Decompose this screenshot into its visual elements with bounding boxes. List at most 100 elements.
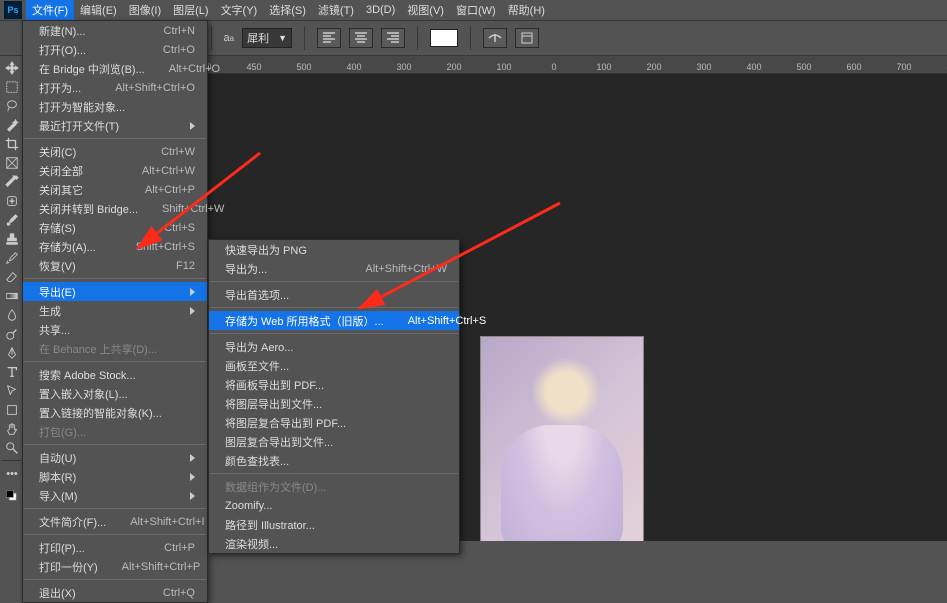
type-tool[interactable]	[0, 362, 24, 381]
menu-item[interactable]: 新建(N)...Ctrl+N	[23, 21, 207, 40]
menu-item[interactable]: 导出首选项...	[209, 285, 459, 304]
menu-item[interactable]: 将图层复合导出到 PDF...	[209, 413, 459, 432]
menu-item[interactable]: 自动(U)	[23, 448, 207, 467]
toolbox: •••	[0, 56, 24, 541]
menubar: Ps 文件(F)编辑(E)图像(I)图层(L)文字(Y)选择(S)滤镜(T)3D…	[0, 0, 947, 20]
menu-item[interactable]: 画板至文件...	[209, 356, 459, 375]
menu-item[interactable]: 渲染视频...	[209, 534, 459, 553]
menu-item[interactable]: 脚本(R)	[23, 467, 207, 486]
pen-tool[interactable]	[0, 343, 24, 362]
menu-item[interactable]: 搜索 Adobe Stock...	[23, 365, 207, 384]
antialiasing-label: aa	[224, 32, 235, 44]
menu-separator	[24, 534, 206, 535]
lasso-tool[interactable]	[0, 96, 24, 115]
menu-item[interactable]: 存储为(A)...Shift+Ctrl+S	[23, 237, 207, 256]
menubar-item[interactable]: 窗口(W)	[450, 0, 502, 20]
eyedropper-tool[interactable]	[0, 172, 24, 191]
wand-tool[interactable]	[0, 115, 24, 134]
align-center-button[interactable]	[349, 28, 373, 48]
warp-text-button[interactable]	[483, 28, 507, 48]
menu-item[interactable]: Zoomify...	[209, 496, 459, 515]
menu-item[interactable]: 打开(O)...Ctrl+O	[23, 40, 207, 59]
menu-item[interactable]: 关闭其它Alt+Ctrl+P	[23, 180, 207, 199]
menubar-item[interactable]: 3D(D)	[360, 2, 401, 18]
menu-item[interactable]: 快速导出为 PNG	[209, 240, 459, 259]
healing-tool[interactable]	[0, 191, 24, 210]
menu-item[interactable]: 退出(X)Ctrl+Q	[23, 583, 207, 602]
menu-item[interactable]: 存储为 Web 所用格式（旧版）...Alt+Shift+Ctrl+S	[209, 311, 459, 330]
zoom-tool[interactable]	[0, 438, 24, 457]
menu-item: 在 Behance 上共享(D)...	[23, 339, 207, 358]
menu-separator	[210, 307, 458, 308]
menu-item[interactable]: 置入嵌入对象(L)...	[23, 384, 207, 403]
menu-item[interactable]: 路径到 Illustrator...	[209, 515, 459, 534]
menu-separator	[210, 333, 458, 334]
gradient-tool[interactable]	[0, 286, 24, 305]
menu-item[interactable]: 打开为智能对象...	[23, 97, 207, 116]
menu-item[interactable]: 生成	[23, 301, 207, 320]
menu-item[interactable]: 打印一份(Y)Alt+Shift+Ctrl+P	[23, 557, 207, 576]
menubar-item[interactable]: 选择(S)	[263, 0, 312, 20]
hand-tool[interactable]	[0, 419, 24, 438]
stamp-tool[interactable]	[0, 229, 24, 248]
edit-toolbar-button[interactable]: •••	[0, 464, 24, 483]
menu-item[interactable]: 关闭(C)Ctrl+W	[23, 142, 207, 161]
path-select-tool[interactable]	[0, 381, 24, 400]
menubar-item[interactable]: 文字(Y)	[215, 0, 264, 20]
menubar-item[interactable]: 图层(L)	[167, 0, 214, 20]
menu-item[interactable]: 将画板导出到 PDF...	[209, 375, 459, 394]
text-color-swatch[interactable]	[430, 29, 458, 47]
menu-item[interactable]: 导出为 Aero...	[209, 337, 459, 356]
brush-tool[interactable]	[0, 210, 24, 229]
menubar-item[interactable]: 图像(I)	[123, 0, 167, 20]
frame-tool[interactable]	[0, 153, 24, 172]
menu-item[interactable]: 关闭并转到 Bridge...Shift+Ctrl+W	[23, 199, 207, 218]
menu-item[interactable]: 关闭全部Alt+Ctrl+W	[23, 161, 207, 180]
export-submenu: 快速导出为 PNG导出为...Alt+Shift+Ctrl+W 导出首选项... 存…	[208, 239, 460, 554]
menu-item[interactable]: 导入(M)	[23, 486, 207, 505]
menu-item[interactable]: 导出为...Alt+Shift+Ctrl+W	[209, 259, 459, 278]
menu-item[interactable]: 恢复(V)F12	[23, 256, 207, 275]
app-logo: Ps	[4, 1, 22, 19]
menubar-item[interactable]: 帮助(H)	[502, 0, 551, 20]
menubar-item[interactable]: 滤镜(T)	[312, 0, 360, 20]
menubar-item[interactable]: 视图(V)	[401, 0, 450, 20]
submenu-arrow-icon	[190, 122, 195, 130]
menu-separator	[210, 473, 458, 474]
align-left-button[interactable]	[317, 28, 341, 48]
menu-separator	[210, 281, 458, 282]
menu-item[interactable]: 最近打开文件(T)	[23, 116, 207, 135]
marquee-tool[interactable]	[0, 77, 24, 96]
submenu-arrow-icon	[190, 288, 195, 296]
dodge-tool[interactable]	[0, 324, 24, 343]
menu-separator	[24, 508, 206, 509]
menu-item[interactable]: 文件简介(F)...Alt+Shift+Ctrl+I	[23, 512, 207, 531]
menu-item[interactable]: 颜色查找表...	[209, 451, 459, 470]
menu-item[interactable]: 将图层导出到文件...	[209, 394, 459, 413]
character-panel-button[interactable]	[515, 28, 539, 48]
menu-item[interactable]: 共享...	[23, 320, 207, 339]
menu-separator	[24, 444, 206, 445]
menu-item[interactable]: 在 Bridge 中浏览(B)...Alt+Ctrl+O	[23, 59, 207, 78]
menu-item[interactable]: 存储(S)Ctrl+S	[23, 218, 207, 237]
menu-item[interactable]: 图层复合导出到文件...	[209, 432, 459, 451]
crop-tool[interactable]	[0, 134, 24, 153]
color-swatches[interactable]	[0, 483, 24, 509]
submenu-arrow-icon	[190, 307, 195, 315]
align-right-button[interactable]	[381, 28, 405, 48]
eraser-tool[interactable]	[0, 267, 24, 286]
antialiasing-select[interactable]: 犀利▼	[242, 28, 292, 48]
menu-item: 数据组作为文件(D)...	[209, 477, 459, 496]
menu-item[interactable]: 打开为...Alt+Shift+Ctrl+O	[23, 78, 207, 97]
blur-tool[interactable]	[0, 305, 24, 324]
shape-tool[interactable]	[0, 400, 24, 419]
menu-item[interactable]: 置入链接的智能对象(K)...	[23, 403, 207, 422]
menubar-item[interactable]: 编辑(E)	[74, 0, 123, 20]
menu-item[interactable]: 导出(E)	[23, 282, 207, 301]
history-brush-tool[interactable]	[0, 248, 24, 267]
move-tool[interactable]	[0, 58, 24, 77]
submenu-arrow-icon	[190, 473, 195, 481]
menubar-item[interactable]: 文件(F)	[26, 0, 74, 20]
file-menu: 新建(N)...Ctrl+N打开(O)...Ctrl+O在 Bridge 中浏览…	[22, 20, 208, 603]
menu-separator	[24, 138, 206, 139]
